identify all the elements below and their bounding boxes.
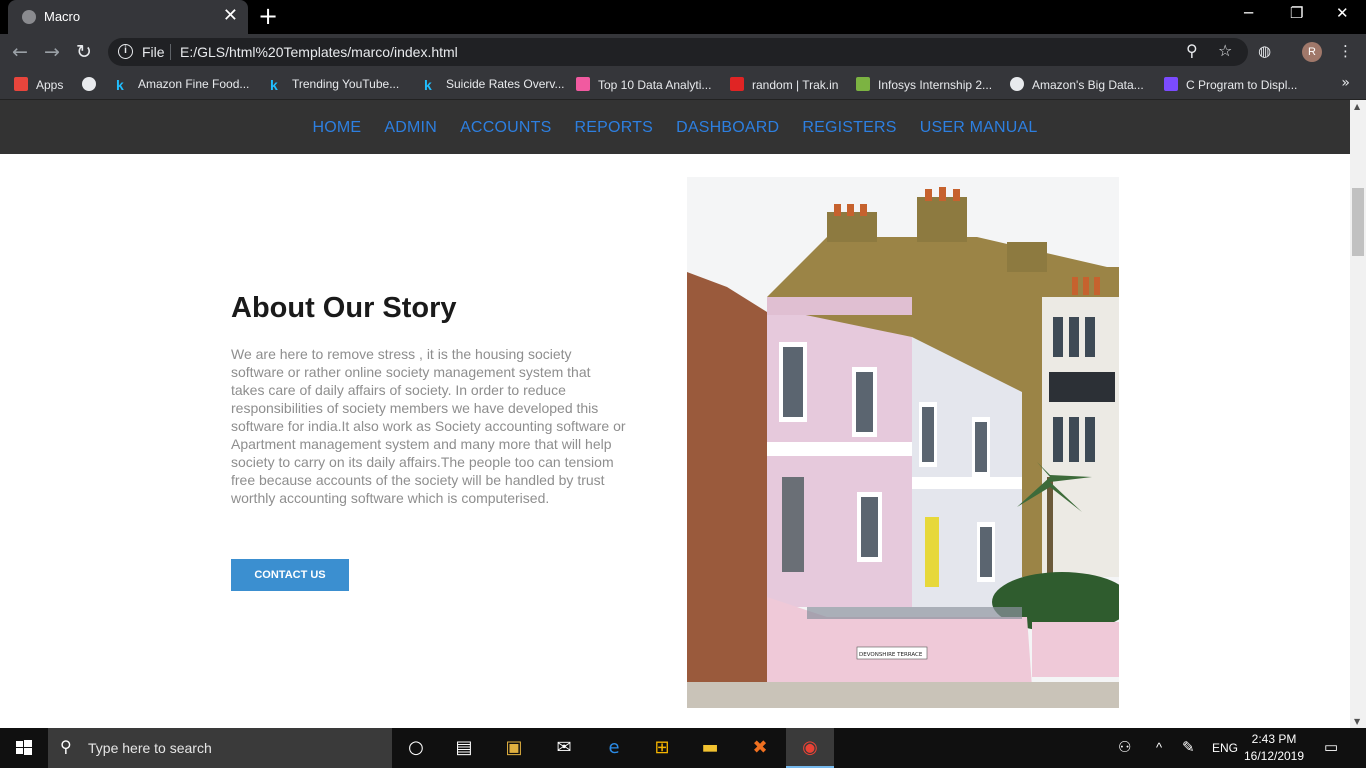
windows-logo-icon <box>16 740 32 755</box>
windows-start-button[interactable] <box>0 728 48 768</box>
bookmark-item[interactable]: k Amazon Fine Food... <box>116 77 249 93</box>
bookmark-label: Infosys Internship 2... <box>878 78 993 92</box>
bookmark-label: Amazon Fine Food... <box>138 77 250 91</box>
close-tab-icon[interactable]: ✕ <box>223 6 238 26</box>
nav-user-manual[interactable]: USER MANUAL <box>920 119 1038 136</box>
cortana-icon[interactable]: ○ <box>392 728 440 768</box>
bookmark-star-icon[interactable]: ☆ <box>1218 41 1232 60</box>
nav-home[interactable]: HOME <box>313 119 362 136</box>
analytics-icon <box>576 77 590 91</box>
taskbar-search[interactable]: ⚲ Type here to search <box>48 728 392 768</box>
restore-button[interactable]: ❐ <box>1290 4 1303 22</box>
nav-accounts[interactable]: ACCOUNTS <box>460 119 551 136</box>
nav-reports[interactable]: REPORTS <box>575 119 653 136</box>
globe-icon <box>22 10 36 24</box>
bookmark-item[interactable]: k Suicide Rates Overv... <box>424 77 565 93</box>
bookmark-label: Trending YouTube... <box>292 77 400 91</box>
clock-time: 2:43 PM <box>1251 732 1297 746</box>
url-text[interactable]: E:/GLS/html%20Templates/marco/index.html <box>180 44 458 60</box>
apps-grid-icon <box>14 77 28 91</box>
profile-avatar[interactable]: R <box>1302 42 1322 62</box>
bookmark-label: Amazon's Big Data... <box>1032 78 1144 92</box>
bookmark-label: Suicide Rates Overv... <box>446 77 565 91</box>
back-arrow-icon[interactable]: ← <box>12 41 28 63</box>
about-paragraph: We are here to remove stress , it is the… <box>231 346 626 506</box>
site-navbar: HOME ADMIN ACCOUNTS REPORTS DASHBOARD RE… <box>0 100 1350 154</box>
task-view-icon[interactable]: ▤ <box>440 728 488 768</box>
browser-toolbar: ← → ↻ i File E:/GLS/html%20Templates/mar… <box>0 34 1366 70</box>
bookmark-item[interactable]: Apps <box>14 77 63 92</box>
bookmark-label: random | Trak.in <box>752 78 839 92</box>
windows-taskbar: ⚲ Type here to search ○ ▤ ▣ ✉ e ⊞ ▬ ✖ ◉ … <box>0 728 1366 768</box>
bookmark-item[interactable] <box>82 77 104 92</box>
close-window-button[interactable]: ✕ <box>1336 4 1349 22</box>
address-bar[interactable]: i File E:/GLS/html%20Templates/marco/ind… <box>108 38 1248 66</box>
browser-tab[interactable]: Macro ✕ <box>8 0 248 34</box>
url-scheme-label: File <box>142 44 165 60</box>
page-scrollbar[interactable]: ▲ ▼ <box>1350 100 1366 728</box>
bookmark-item[interactable]: random | Trak.in <box>730 77 838 92</box>
mail-icon[interactable]: ✉ <box>540 728 588 768</box>
taskbar-search-placeholder: Type here to search <box>88 740 212 756</box>
bookmark-item[interactable]: Amazon's Big Data... <box>1010 77 1144 92</box>
pen-workspace-icon[interactable]: ✎ <box>1182 728 1195 768</box>
scroll-thumb[interactable] <box>1352 188 1364 256</box>
minimize-button[interactable]: ─ <box>1244 4 1253 22</box>
store-icon[interactable]: ⊞ <box>638 728 686 768</box>
notifications-icon[interactable]: ▭ <box>1324 728 1338 768</box>
bookmark-item[interactable]: Top 10 Data Analyti... <box>576 77 711 92</box>
tab-title: Macro <box>44 9 81 24</box>
globe-icon <box>82 77 96 91</box>
bookmark-item[interactable]: C Program to Displ... <box>1164 77 1297 92</box>
nav-registers[interactable]: REGISTERS <box>802 119 896 136</box>
globe-icon <box>1010 77 1024 91</box>
bookmark-item[interactable]: Infosys Internship 2... <box>856 77 992 92</box>
about-heading: About Our Story <box>231 292 457 324</box>
c-program-icon <box>1164 77 1178 91</box>
bookmark-label: Top 10 Data Analyti... <box>598 78 712 92</box>
clock-date: 16/12/2019 <box>1243 749 1305 763</box>
info-icon[interactable]: i <box>118 44 133 59</box>
page-viewport: HOME ADMIN ACCOUNTS REPORTS DASHBOARD RE… <box>0 100 1350 728</box>
sublime-text-icon[interactable]: ▣ <box>490 728 538 768</box>
chrome-taskbar-icon[interactable]: ◉ <box>786 728 834 768</box>
bookmark-label: C Program to Displ... <box>1186 78 1298 92</box>
kaggle-icon: k <box>270 77 278 93</box>
kaggle-icon: k <box>424 77 432 93</box>
bookmark-item[interactable]: k Trending YouTube... <box>270 77 399 93</box>
menu-kebab-icon[interactable]: ⋮ <box>1338 42 1353 60</box>
nav-dashboard[interactable]: DASHBOARD <box>676 119 779 136</box>
scroll-up-arrow-icon[interactable]: ▲ <box>1354 102 1360 111</box>
people-icon[interactable]: ⚇ <box>1118 728 1131 768</box>
townhouse-photo: DEVONSHIRE TERRACE <box>687 177 1119 708</box>
forward-arrow-icon[interactable]: → <box>44 41 60 63</box>
contact-us-button[interactable]: CONTACT US <box>231 559 349 591</box>
language-indicator[interactable]: ENG <box>1212 728 1238 768</box>
omnibox-divider <box>170 44 171 60</box>
tray-expand-icon[interactable]: ^ <box>1156 728 1162 768</box>
bookmarks-bar: » Apps k Amazon Fine Food... k Trending YouT… <box>0 70 1366 100</box>
incognito-extension-icon[interactable]: ◍ <box>1258 42 1271 60</box>
nav-admin[interactable]: ADMIN <box>384 119 437 136</box>
edge-browser-icon[interactable]: e <box>590 728 638 768</box>
bookmarks-overflow-icon[interactable]: » <box>1341 75 1350 91</box>
browser-title-bar: Macro ✕ + ─ ❐ ✕ <box>0 0 1366 34</box>
zoom-icon[interactable]: ⚲ <box>1186 41 1198 60</box>
kaggle-icon: k <box>116 77 124 93</box>
system-clock[interactable]: 2:43 PM 16/12/2019 <box>1243 731 1305 765</box>
scroll-down-arrow-icon[interactable]: ▼ <box>1354 717 1360 726</box>
photo-street-sign: DEVONSHIRE TERRACE <box>859 652 923 658</box>
leaf-icon <box>856 77 870 91</box>
bookmark-label: Apps <box>36 78 64 92</box>
file-explorer-icon[interactable]: ▬ <box>686 728 734 768</box>
reload-icon[interactable]: ↻ <box>76 41 92 63</box>
new-tab-button[interactable]: + <box>258 3 278 29</box>
trakin-icon <box>730 77 744 91</box>
xampp-icon[interactable]: ✖ <box>736 728 784 768</box>
search-icon: ⚲ <box>60 737 72 756</box>
